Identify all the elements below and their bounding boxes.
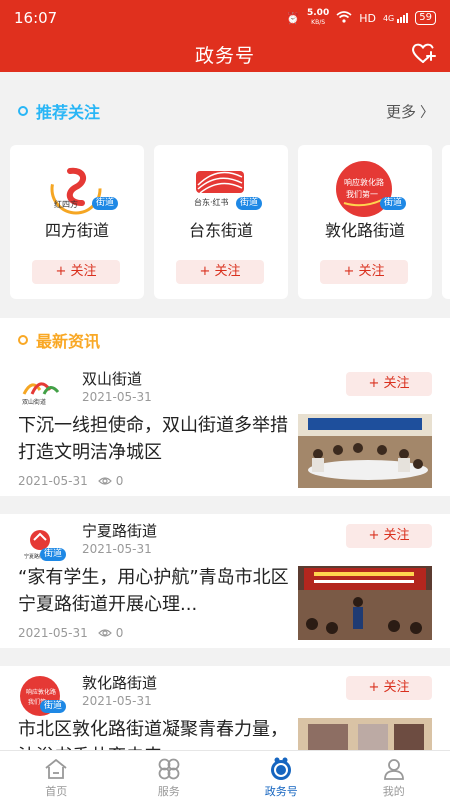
status-bar: 16:07 ⏰ 5.00 KB/S HD 4G 59 <box>0 0 450 36</box>
svg-text:双山街道: 双山街道 <box>22 398 46 406</box>
follow-button[interactable]: + 关注 <box>32 260 120 284</box>
news-headline: 下沉一线担使命，双山街道多举措打造文明洁净城区 <box>18 415 288 463</box>
svg-text:我们第一: 我们第一 <box>346 189 378 199</box>
eye-icon <box>97 477 112 485</box>
battery-indicator: 59 <box>415 11 436 25</box>
section-dot-icon <box>18 335 28 345</box>
follow-button[interactable]: + 关注 <box>320 260 408 284</box>
recommend-name: 敦化路街道 <box>324 221 405 240</box>
news-source: 敦化路街道 <box>82 674 158 692</box>
page-title: 政务号 <box>194 44 255 67</box>
news-item[interactable]: 宁夏路街道 街道 宁夏路街道 2021-05-31 + 关注 “家有学生，用心护… <box>0 514 450 648</box>
bottom-tab-bar: 首页 服务 政务号 我的 <box>0 750 450 800</box>
street-tag: 街道 <box>40 548 67 561</box>
publish-date: 2021-05-31 <box>18 474 88 488</box>
tab-home[interactable]: 首页 <box>0 751 113 800</box>
sifang-logo: 红四方 <box>50 163 102 215</box>
shuangshan-logo: 双山街道 <box>22 382 60 406</box>
recommend-section-header: 推荐关注 更多 〉 <box>0 89 450 133</box>
news-thumbnail <box>298 566 432 640</box>
taidong-logo: 台东·红书 <box>194 171 244 207</box>
recommend-card[interactable]: 红四方 街道 四方街道 + 关注 <box>10 145 144 299</box>
network-label: HD <box>359 11 376 25</box>
tab-mine[interactable]: 我的 <box>338 751 450 800</box>
tab-service[interactable]: 服务 <box>113 751 226 800</box>
news-item[interactable]: 响应敦化路 我们第一 街道 敦化路街道 2021-05-31 + 关注 市北区敦… <box>0 666 450 750</box>
news-source: 双山街道 <box>82 370 143 388</box>
more-link[interactable]: 更多 〉 <box>386 101 434 122</box>
wifi-icon <box>336 10 352 26</box>
news-source: 宁夏路街道 <box>82 522 158 540</box>
news-date: 2021-05-31 <box>82 542 152 556</box>
svg-text:台东·红书: 台东·红书 <box>194 197 229 207</box>
news-thumbnail <box>298 718 432 750</box>
section-dot-icon <box>18 106 28 116</box>
recommend-title: 推荐关注 <box>36 103 101 122</box>
news-section-header: 最新资讯 <box>0 318 450 362</box>
street-tag: 街道 <box>40 700 67 713</box>
news-title-heading: 最新资讯 <box>36 332 101 351</box>
recommend-card[interactable]: 响应敦化路 我们第一 街道 敦化路街道 + 关注 <box>298 145 432 299</box>
news-thumbnail <box>298 414 432 488</box>
news-date: 2021-05-31 <box>82 694 152 708</box>
status-time: 16:07 <box>14 9 58 27</box>
eye-icon <box>97 629 112 637</box>
gov-badge-icon <box>271 757 292 780</box>
news-item[interactable]: 双山街道 双山街道 2021-05-31 + 关注 下沉一线担使命，双山街道多举… <box>0 362 450 496</box>
recommend-name: 台东街道 <box>188 221 253 240</box>
recommend-card[interactable]: 台东·红书 街道 台东街道 + 关注 <box>154 145 288 299</box>
news-headline: 市北区敦化路街道凝聚青春力量，沐浴书香共育未来 <box>18 719 288 750</box>
view-count: 0 <box>115 474 124 488</box>
recommend-list: 红四方 街道 四方街道 + 关注 台东·红书 街道 台东街道 + 关注 响应敦化… <box>0 145 450 299</box>
street-tag: 街道 <box>236 197 263 210</box>
title-bar: 政务号 <box>0 36 450 72</box>
alarm-icon: ⏰ <box>286 11 300 25</box>
home-icon <box>45 759 67 779</box>
follow-button[interactable]: + 关注 <box>346 524 432 548</box>
net-speed: 5.00 KB/S <box>307 8 330 27</box>
svg-text:响应敦化路: 响应敦化路 <box>26 688 56 696</box>
recommend-card-partial[interactable] <box>442 145 450 299</box>
svg-text:响应敦化路: 响应敦化路 <box>344 177 384 187</box>
user-icon <box>383 759 404 780</box>
clover-icon <box>158 758 180 780</box>
follow-button[interactable]: + 关注 <box>346 676 432 700</box>
heart-plus-icon[interactable] <box>410 40 436 66</box>
follow-button[interactable]: + 关注 <box>346 372 432 396</box>
news-headline: “家有学生，用心护航”青岛市北区宁夏路街道开展心理... <box>18 567 289 615</box>
chevron-right-icon: 〉 <box>420 104 434 121</box>
signal-icon: 4G <box>383 13 409 23</box>
recommend-name: 四方街道 <box>44 221 109 240</box>
street-tag: 街道 <box>380 197 407 210</box>
follow-button[interactable]: + 关注 <box>176 260 264 284</box>
dunhua-logo: 响应敦化路 我们第一 <box>336 161 392 217</box>
tab-gov-account[interactable]: 政务号 <box>225 751 338 800</box>
publish-date: 2021-05-31 <box>18 626 88 640</box>
view-count: 0 <box>115 626 124 640</box>
street-tag: 街道 <box>92 197 119 210</box>
news-meta: 2021-05-31 0 <box>18 474 123 488</box>
news-meta: 2021-05-31 0 <box>18 626 123 640</box>
svg-text:红四方: 红四方 <box>54 199 78 209</box>
news-date: 2021-05-31 <box>82 390 152 404</box>
